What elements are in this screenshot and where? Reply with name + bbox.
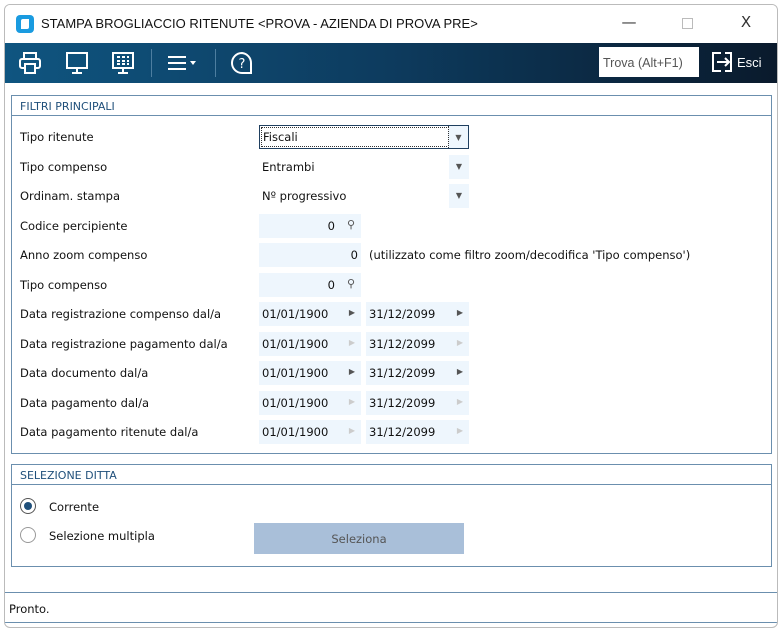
- separator: [151, 49, 152, 77]
- company-title: SELEZIONE DITTA: [12, 465, 771, 485]
- separator: [215, 49, 216, 77]
- date-from-input[interactable]: 01/01/1900 ▶: [259, 331, 361, 356]
- date-to-input[interactable]: 31/12/2099 ▶: [366, 420, 469, 444]
- tipo-compenso-select[interactable]: Entrambi: [259, 155, 445, 179]
- menu-icon[interactable]: [165, 51, 201, 75]
- caret-right-icon[interactable]: ▶: [349, 397, 355, 406]
- title-bar: STAMPA BROGLIACCIO RITENUTE <PROVA - AZI…: [5, 5, 777, 43]
- label: Data registrazione pagamento dal/a: [20, 336, 228, 351]
- anno-zoom-note: (utilizzato come filtro zoom/decodifica …: [369, 248, 691, 262]
- value: 31/12/2099: [369, 395, 436, 410]
- date-to-input[interactable]: 31/12/2099 ▶: [366, 390, 469, 415]
- date-to-input[interactable]: 31/12/2099 ▶: [366, 331, 469, 356]
- search-icon[interactable]: ⚲: [347, 277, 355, 290]
- tipo-ritenute-select[interactable]: Fiscali ▼: [259, 125, 469, 149]
- radio-multiple-label: Selezione multipla: [49, 529, 155, 543]
- filters-panel: FILTRI PRINCIPALI Tipo ritenute Fiscali ▼…: [11, 95, 772, 454]
- value: 01/01/1900: [262, 336, 329, 351]
- app-logo-icon: [16, 15, 34, 33]
- window: STAMPA BROGLIACCIO RITENUTE <PROVA - AZI…: [4, 4, 778, 628]
- caret-right-icon[interactable]: ▶: [457, 397, 463, 406]
- filters-title: FILTRI PRINCIPALI: [12, 96, 771, 116]
- value: 01/01/1900: [262, 395, 329, 410]
- radio-current[interactable]: [20, 498, 36, 514]
- date-to-input[interactable]: 31/12/2099 ▶: [366, 302, 469, 326]
- value: 31/12/2099: [369, 366, 436, 380]
- label: Data registrazione compenso dal/a: [20, 307, 222, 321]
- value: 01/01/1900: [262, 425, 329, 439]
- caret-right-icon[interactable]: ▶: [349, 338, 355, 347]
- date-to-input[interactable]: 31/12/2099 ▶: [366, 361, 469, 385]
- caret-right-icon[interactable]: ▶: [457, 308, 463, 317]
- value: 01/01/1900: [262, 366, 329, 380]
- radio-current-label: Corrente: [49, 500, 100, 514]
- label: Codice percipiente: [20, 219, 128, 233]
- close-button[interactable]: X: [731, 13, 761, 35]
- company-panel: SELEZIONE DITTA Corrente Selezione multi…: [11, 464, 772, 567]
- chevron-down-icon[interactable]: ▼: [449, 184, 469, 208]
- svg-text:?: ?: [239, 57, 246, 72]
- caret-right-icon[interactable]: ▶: [457, 338, 463, 347]
- caret-right-icon[interactable]: ▶: [349, 308, 355, 317]
- seleziona-button[interactable]: Seleziona: [254, 523, 464, 554]
- label: Tipo ritenute: [20, 130, 94, 144]
- grid-monitor-icon[interactable]: [110, 51, 136, 75]
- caret-right-icon[interactable]: ▶: [457, 367, 463, 376]
- exit-label: Esci: [737, 54, 762, 70]
- print-icon[interactable]: [17, 51, 43, 75]
- caret-right-icon[interactable]: ▶: [349, 367, 355, 376]
- label: Ordinam. stampa: [20, 189, 121, 203]
- value: 01/01/1900: [262, 307, 329, 321]
- date-from-input[interactable]: 01/01/1900 ▶: [259, 390, 361, 415]
- value: Fiscali: [263, 130, 298, 144]
- exit-icon: [712, 52, 732, 72]
- tipo-compenso-code-input[interactable]: 0 ⚲: [259, 273, 361, 297]
- find-input[interactable]: Trova (Alt+F1): [599, 47, 699, 77]
- label: Data documento dal/a: [20, 366, 149, 380]
- date-from-input[interactable]: 01/01/1900 ▶: [259, 420, 361, 444]
- value: 0: [327, 278, 335, 292]
- caret-right-icon[interactable]: ▶: [457, 426, 463, 435]
- window-title: STAMPA BROGLIACCIO RITENUTE <PROVA - AZI…: [41, 16, 478, 31]
- toolbar: ? Trova (Alt+F1) Esci: [5, 43, 777, 83]
- date-from-input[interactable]: 01/01/1900 ▶: [259, 361, 361, 385]
- label: Anno zoom compenso: [20, 248, 148, 262]
- minimize-button[interactable]: —: [614, 13, 644, 35]
- search-icon[interactable]: ⚲: [347, 218, 355, 231]
- value: 31/12/2099: [369, 336, 436, 351]
- value: 0: [327, 219, 335, 233]
- caret-right-icon[interactable]: ▶: [349, 426, 355, 435]
- radio-multiple[interactable]: [20, 527, 36, 543]
- maximize-button[interactable]: [672, 13, 702, 35]
- help-icon[interactable]: ?: [229, 51, 255, 75]
- label: Tipo compenso: [20, 278, 108, 292]
- label: Data pagamento dal/a: [20, 395, 150, 410]
- anno-zoom-input[interactable]: 0: [259, 243, 361, 267]
- status-bar: Pronto.: [5, 592, 777, 623]
- chevron-down-icon[interactable]: ▼: [449, 155, 469, 179]
- exit-button[interactable]: Esci: [711, 51, 762, 73]
- chevron-down-icon: ▼: [448, 126, 468, 148]
- label: Data pagamento ritenute dal/a: [20, 425, 199, 439]
- value: 31/12/2099: [369, 425, 436, 439]
- preview-monitor-icon[interactable]: [64, 51, 90, 75]
- codice-percipiente-input[interactable]: 0 ⚲: [259, 214, 361, 238]
- label: Tipo compenso: [20, 160, 108, 174]
- ordinamento-select[interactable]: Nº progressivo: [259, 184, 445, 208]
- date-from-input[interactable]: 01/01/1900 ▶: [259, 302, 361, 326]
- value: 31/12/2099: [369, 307, 436, 321]
